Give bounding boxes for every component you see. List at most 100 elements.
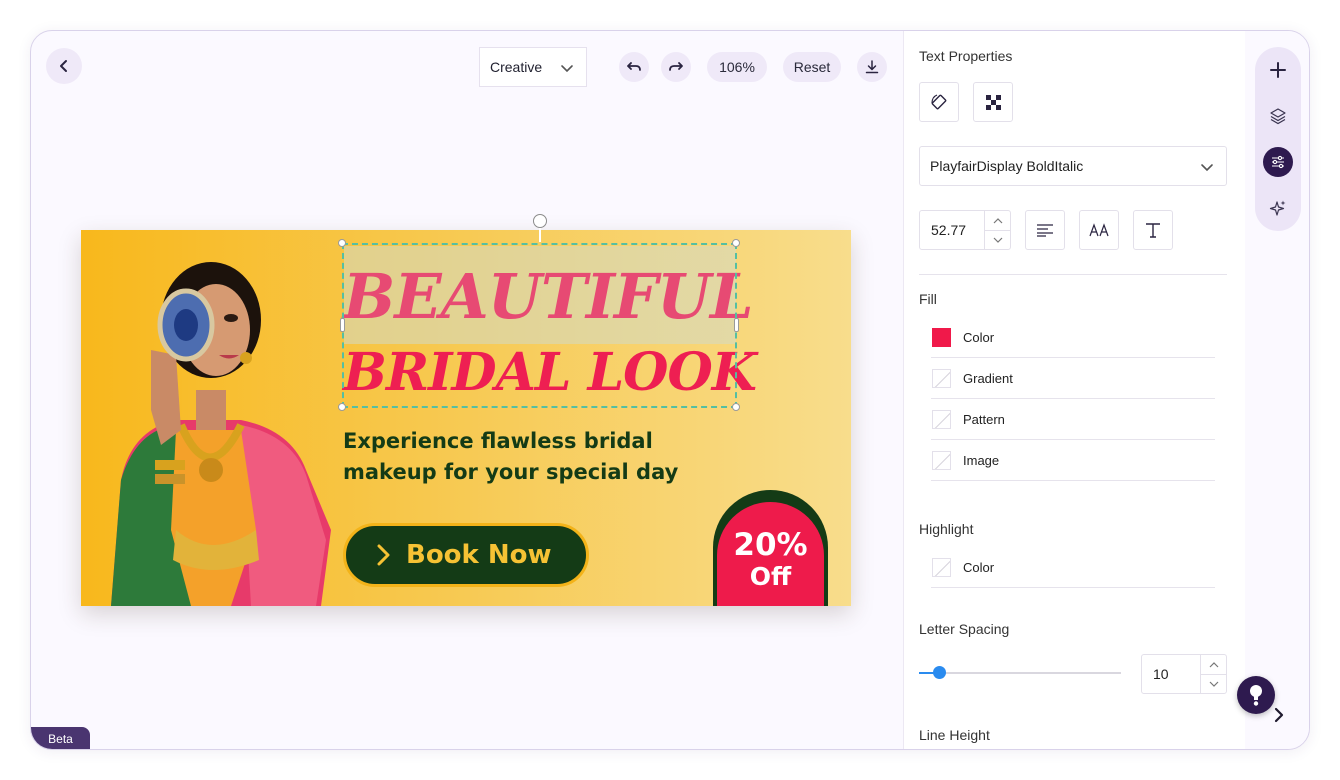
highlight-color-swatch xyxy=(932,557,951,577)
divider xyxy=(919,274,1227,275)
chevron-down-icon xyxy=(993,237,1002,243)
letter-spacing-value: 10 xyxy=(1153,666,1169,682)
bride-photo[interactable] xyxy=(81,230,341,606)
reset-button[interactable]: Reset xyxy=(783,52,841,82)
add-element-button[interactable] xyxy=(1263,55,1293,85)
fill-option-image[interactable]: Image xyxy=(931,440,1215,481)
chevron-left-icon xyxy=(60,60,67,72)
fill-option-label: Color xyxy=(963,329,995,345)
undo-button[interactable] xyxy=(619,52,649,82)
adjust-button[interactable] xyxy=(1263,147,1293,177)
checkerboard-icon xyxy=(986,95,1001,110)
highlight-option-color[interactable]: Color xyxy=(931,547,1215,588)
fill-color-swatch xyxy=(932,327,951,347)
beta-badge: Beta xyxy=(31,727,90,749)
panel-title: Text Properties xyxy=(919,48,1013,64)
template-select[interactable]: Creative xyxy=(479,47,587,87)
layers-icon xyxy=(1270,108,1286,125)
undo-icon xyxy=(627,62,641,71)
fill-option-color[interactable]: Color xyxy=(931,317,1215,358)
resize-handle-bl[interactable] xyxy=(338,403,346,411)
tool-sidebar xyxy=(1245,31,1309,749)
chevron-up-icon xyxy=(1209,661,1218,667)
fill-gradient-swatch xyxy=(932,368,951,388)
help-icon xyxy=(1250,685,1262,706)
download-icon xyxy=(865,60,879,74)
back-button[interactable] xyxy=(46,48,82,84)
letter-spacing-slider-handle[interactable] xyxy=(932,666,946,679)
highlight-color-label: Color xyxy=(963,559,995,575)
font-size-stepper xyxy=(984,211,1010,249)
fill-option-label: Gradient xyxy=(963,370,1013,386)
fill-pattern-swatch xyxy=(932,409,951,429)
template-select-value: Creative xyxy=(490,59,543,75)
subheadline[interactable]: Experience flawless bridal makeup for yo… xyxy=(343,426,678,488)
letter-spacing-input[interactable]: 10 xyxy=(1141,654,1227,694)
letter-spacing-decrement[interactable] xyxy=(1201,674,1226,693)
resize-handle-right[interactable] xyxy=(734,318,739,332)
resize-handle-tl[interactable] xyxy=(338,239,346,247)
rotate-line xyxy=(539,228,541,242)
text-style-icon xyxy=(1146,223,1160,238)
letter-spacing-slider-track[interactable] xyxy=(919,672,1121,674)
subheadline-line-1: Experience flawless bridal xyxy=(343,429,653,453)
align-left-icon xyxy=(1037,224,1053,237)
fill-option-gradient[interactable]: Gradient xyxy=(931,358,1215,399)
download-button[interactable] xyxy=(857,52,887,82)
font-size-input[interactable]: 52.77 xyxy=(919,210,1011,250)
font-family-value: PlayfairDisplay BoldItalic xyxy=(930,158,1084,174)
book-now-label: Book Now xyxy=(406,540,552,570)
zoom-level[interactable]: 106% xyxy=(707,52,767,82)
rotate-icon xyxy=(931,94,947,110)
transparency-button[interactable] xyxy=(973,82,1013,122)
magic-button[interactable] xyxy=(1263,193,1293,223)
font-size-value: 52.77 xyxy=(931,222,967,238)
chevron-right-icon xyxy=(1274,707,1284,723)
font-family-select[interactable]: PlayfairDisplay BoldItalic xyxy=(919,146,1227,186)
text-style-button[interactable] xyxy=(1133,210,1173,250)
redo-button[interactable] xyxy=(661,52,691,82)
sliders-icon xyxy=(1272,155,1284,169)
fill-option-label: Pattern xyxy=(963,411,1005,427)
font-size-decrement[interactable] xyxy=(985,230,1010,249)
chevron-down-icon xyxy=(561,65,573,73)
offer-off: Off xyxy=(749,562,792,591)
banner-design[interactable]: BEAUTIFUL BRIDAL LOOK Experience flawles… xyxy=(81,230,851,606)
subheadline-line-2: makeup for your special day xyxy=(343,460,679,484)
resize-handle-tr[interactable] xyxy=(732,239,740,247)
text-case-button[interactable] xyxy=(1079,210,1119,250)
letter-spacing-increment[interactable] xyxy=(1201,655,1226,674)
redo-icon xyxy=(669,62,683,71)
book-now-button[interactable]: Book Now xyxy=(343,523,589,587)
fill-option-pattern[interactable]: Pattern xyxy=(931,399,1215,440)
highlight-title: Highlight xyxy=(919,521,974,537)
rotate-handle[interactable] xyxy=(533,214,547,228)
help-button[interactable] xyxy=(1237,676,1275,714)
tool-strip xyxy=(1255,47,1301,231)
letter-spacing-stepper xyxy=(1200,655,1226,693)
headline-line-1[interactable]: BEAUTIFUL xyxy=(343,260,754,333)
fill-image-swatch xyxy=(932,450,951,470)
offer-percent: 20% xyxy=(733,527,808,563)
headline-line-2[interactable]: BRIDAL LOOK xyxy=(343,342,757,403)
chevron-down-icon xyxy=(1201,164,1213,172)
sparkle-icon xyxy=(1269,200,1286,216)
font-size-increment[interactable] xyxy=(985,211,1010,230)
editor-window: Creative 106% Reset BEAUTIFUL BRIDAL LOO… xyxy=(30,30,1310,750)
resize-handle-br[interactable] xyxy=(732,403,740,411)
chevron-up-icon xyxy=(993,217,1002,223)
offer-badge[interactable]: 20% Off xyxy=(717,502,824,606)
text-align-button[interactable] xyxy=(1025,210,1065,250)
fill-title: Fill xyxy=(919,291,937,307)
collapse-panel-button[interactable] xyxy=(1269,705,1289,725)
canvas-area: Creative 106% Reset BEAUTIFUL BRIDAL LOO… xyxy=(31,31,903,749)
resize-handle-left[interactable] xyxy=(340,318,345,332)
layers-button[interactable] xyxy=(1263,101,1293,131)
chevron-right-icon xyxy=(377,544,390,566)
letter-spacing-title: Letter Spacing xyxy=(919,621,1010,637)
text-case-icon xyxy=(1089,223,1109,237)
fill-option-label: Image xyxy=(963,452,1000,468)
chevron-down-icon xyxy=(1209,681,1218,687)
rotate-button[interactable] xyxy=(919,82,959,122)
plus-icon xyxy=(1270,62,1286,78)
